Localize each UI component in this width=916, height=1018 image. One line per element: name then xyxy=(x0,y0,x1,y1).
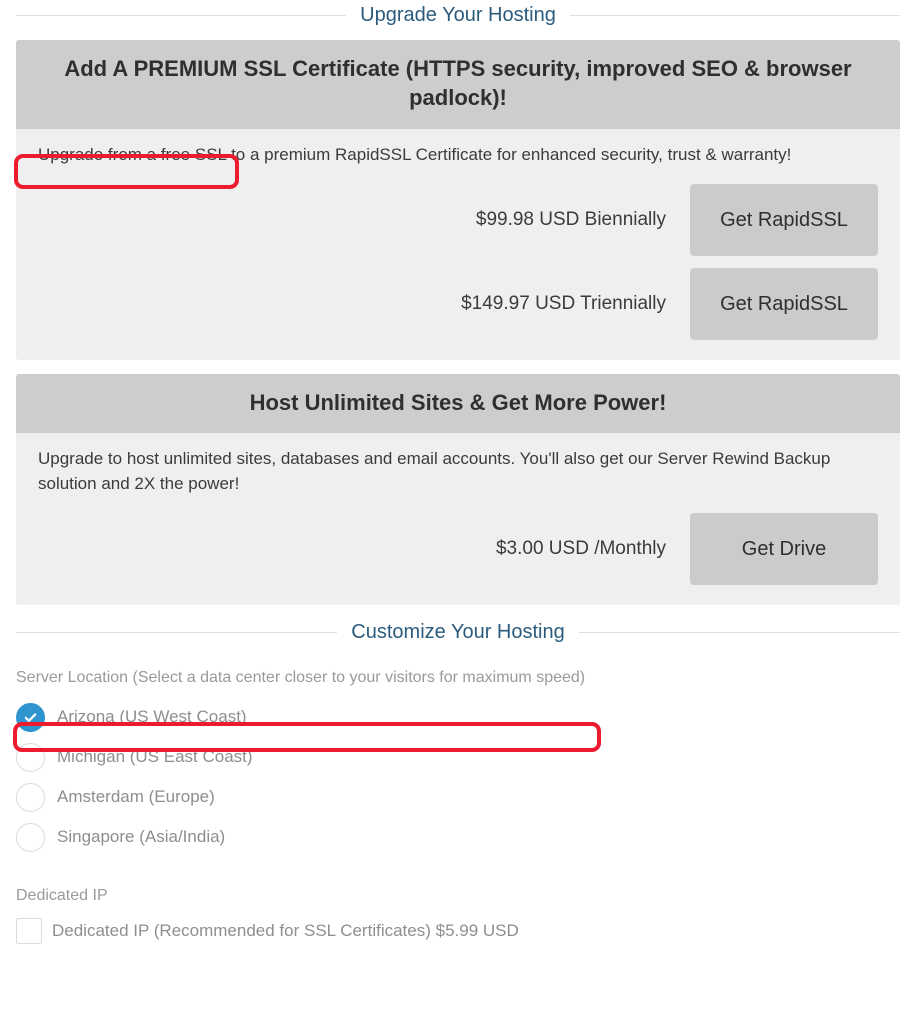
radio-unselected-icon[interactable] xyxy=(16,742,45,772)
ssl-price-triennially: $149.97 USD Triennially xyxy=(461,292,666,314)
radio-unselected-icon[interactable] xyxy=(16,782,45,812)
dedicated-ip-group-label: Dedicated IP xyxy=(16,887,108,905)
drive-card-body: Upgrade to host unlimited sites, databas… xyxy=(16,433,900,606)
get-rapidssl-biennially-button[interactable]: Get RapidSSL xyxy=(690,183,878,256)
radio-unselected-icon[interactable] xyxy=(16,822,45,852)
ssl-offer-row-biennially: $99.98 USD Biennially Get RapidSSL xyxy=(38,183,878,256)
server-location-option-singapore[interactable]: Singapore (Asia/India) xyxy=(16,817,900,857)
drive-offer-row-monthly: $3.00 USD /Monthly Get Drive xyxy=(38,513,878,586)
drive-card-description: Upgrade to host unlimited sites, databas… xyxy=(38,449,831,494)
ssl-offer-row-triennially: $149.97 USD Triennially Get RapidSSL xyxy=(38,267,878,340)
drive-price-monthly: $3.00 USD /Monthly xyxy=(495,538,666,560)
section-title-customize-your-hosting: Customize Your Hosting xyxy=(351,621,565,644)
server-location-option-michigan[interactable]: Michigan (US East Coast) xyxy=(16,737,900,777)
dedicated-ip-option-row[interactable]: Dedicated IP (Recommended for SSL Certif… xyxy=(16,913,900,949)
server-location-label: Server Location (Select a data center cl… xyxy=(16,669,586,687)
section-heading-upgrade: Upgrade Your Hosting xyxy=(0,4,916,26)
divider-left xyxy=(16,14,347,16)
drive-upgrade-card: Host Unlimited Sites & Get More Power! U… xyxy=(16,373,900,606)
server-location-option-amsterdam[interactable]: Amsterdam (Europe) xyxy=(16,777,900,817)
server-location-option-label: Michigan (US East Coast) xyxy=(57,747,253,767)
ssl-price-biennially: $99.98 USD Biennially xyxy=(475,208,666,230)
ssl-upgrade-card: Add A PREMIUM SSL Certificate (HTTPS sec… xyxy=(16,40,900,360)
checkbox-unchecked-icon[interactable] xyxy=(16,918,42,945)
server-location-option-list: Arizona (US West Coast) Michigan (US Eas… xyxy=(16,697,900,857)
server-location-option-arizona[interactable]: Arizona (US West Coast) xyxy=(16,697,900,737)
get-rapidssl-triennially-button[interactable]: Get RapidSSL xyxy=(690,267,878,340)
ssl-card-title: Add A PREMIUM SSL Certificate (HTTPS sec… xyxy=(16,40,900,129)
dedicated-ip-option-label: Dedicated IP (Recommended for SSL Certif… xyxy=(52,921,519,941)
radio-selected-icon[interactable] xyxy=(16,702,45,732)
ssl-offer-list: $99.98 USD Biennially Get RapidSSL $149.… xyxy=(38,183,878,340)
drive-card-title: Host Unlimited Sites & Get More Power! xyxy=(16,373,900,434)
get-drive-button[interactable]: Get Drive xyxy=(690,513,878,586)
ssl-card-description: Upgrade from a free SSL to a premium Rap… xyxy=(38,144,792,164)
divider-left xyxy=(16,631,338,633)
server-location-option-label: Arizona (US West Coast) xyxy=(57,707,247,727)
drive-offer-list: $3.00 USD /Monthly Get Drive xyxy=(38,513,878,586)
section-title-upgrade-your-hosting: Upgrade Your Hosting xyxy=(360,4,556,26)
section-heading-customize: Customize Your Hosting xyxy=(0,621,916,643)
server-location-option-label: Amsterdam (Europe) xyxy=(57,787,215,807)
divider-right xyxy=(569,14,901,16)
divider-right xyxy=(578,631,901,633)
server-location-option-label: Singapore (Asia/India) xyxy=(57,827,226,847)
hosting-customization-form: Server Location (Select a data center cl… xyxy=(0,669,916,949)
ssl-card-body: Upgrade from a free SSL to a premium Rap… xyxy=(16,128,900,360)
